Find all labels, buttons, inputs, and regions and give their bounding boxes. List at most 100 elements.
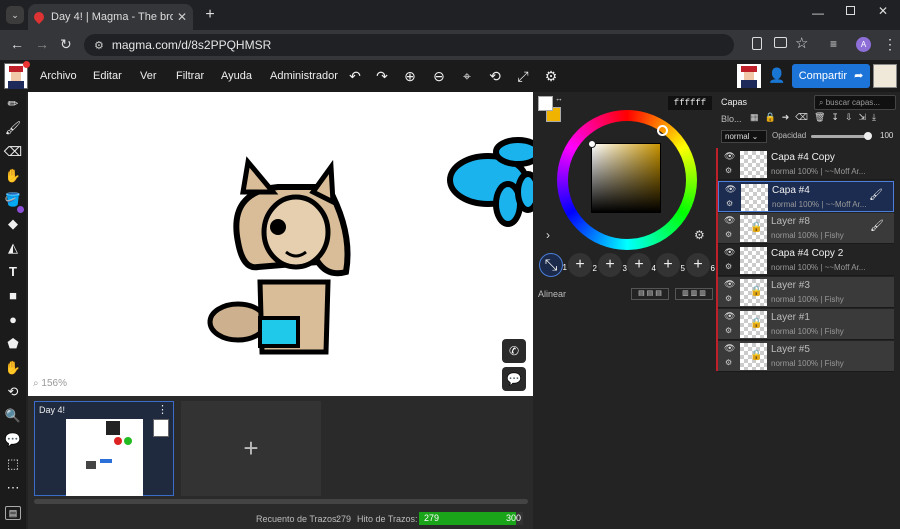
collaborator-avatar[interactable]: [737, 64, 761, 88]
layer-options-icon[interactable]: ⚙: [725, 262, 732, 271]
back-button[interactable]: ←: [10, 36, 24, 52]
sv-marker[interactable]: [588, 140, 596, 148]
menu-archivo[interactable]: Archivo: [40, 60, 77, 92]
layer-row[interactable]: 👁 ⚙ Capa #4 Copy 2 normal 100% | ~~Moff …: [718, 245, 894, 276]
forward-button[interactable]: →: [35, 36, 49, 52]
drawing-canvas[interactable]: [28, 92, 533, 396]
opacity-slider[interactable]: [811, 132, 872, 140]
undo-icon[interactable]: ↶: [343, 64, 367, 88]
swap-colors-icon[interactable]: ↔: [555, 94, 563, 103]
color-slot-5[interactable]: 5 +: [656, 253, 685, 277]
chat-button[interactable]: 💬: [502, 367, 526, 391]
drawing-card-menu-icon[interactable]: ⋮: [157, 403, 168, 416]
site-info-icon[interactable]: ⚙: [94, 39, 104, 52]
visibility-eye-icon[interactable]: 👁: [724, 311, 735, 322]
pencil-tool-icon[interactable]: ✏: [3, 94, 23, 114]
menu-ver[interactable]: Ver: [140, 60, 157, 92]
layer-row[interactable]: 👁 ⚙ Layer #8 normal 100% | Fishy 🖌 🔒: [718, 213, 894, 244]
select-tool-icon[interactable]: ⬚: [3, 454, 23, 474]
zoom-out-icon[interactable]: ⊖: [427, 64, 451, 88]
layer-search-input[interactable]: ⌕ buscar capas...: [814, 95, 896, 110]
profile-avatar[interactable]: A: [856, 37, 871, 52]
zoom-tool-icon[interactable]: 🔍: [3, 406, 23, 426]
minimize-button[interactable]: —: [812, 6, 824, 20]
rectangle-tool-icon[interactable]: ■: [3, 286, 23, 306]
shape-tool-icon[interactable]: ⬟: [3, 334, 23, 354]
visibility-eye-icon[interactable]: 👁: [724, 215, 735, 226]
brush-tool-icon[interactable]: 🖌: [3, 118, 23, 138]
hex-input[interactable]: ffffff: [668, 96, 712, 110]
chrome-menu-icon[interactable]: ⋮: [883, 36, 897, 53]
menu-administrador[interactable]: Administrador: [270, 60, 338, 92]
smudge-tool-icon[interactable]: ✋: [3, 166, 23, 186]
more-tools-icon[interactable]: ⋯: [3, 478, 23, 498]
address-bar[interactable]: ⚙ magma.com/d/8s2PPQHMSR: [84, 34, 734, 56]
color-slot-2[interactable]: 2 +: [568, 253, 597, 277]
new-tab-button[interactable]: +: [200, 5, 220, 25]
hand-tool-icon[interactable]: ✋: [3, 358, 23, 378]
user-avatar[interactable]: [4, 61, 30, 89]
reset-view-icon[interactable]: ⌖: [455, 64, 479, 88]
rotate-icon[interactable]: ⟲: [483, 64, 507, 88]
tab-search-button[interactable]: ⌄: [6, 6, 24, 24]
clipboard-icon[interactable]: [752, 37, 762, 50]
zoom-readout[interactable]: ⌕ 156%: [33, 378, 67, 389]
new-drawing-button[interactable]: +: [181, 401, 321, 496]
layer-options-icon[interactable]: ⚙: [726, 199, 733, 208]
browser-tab[interactable]: Day 4! | Magma - The browser ✕: [28, 4, 193, 30]
menu-filtrar[interactable]: Filtrar: [176, 60, 204, 92]
layer-options-icon[interactable]: ⚙: [725, 294, 732, 303]
restore-button[interactable]: [846, 6, 855, 15]
layer-toolbar-icons[interactable]: ▦🔒➜⌫🗑↧⇩⇲⤓: [750, 112, 882, 123]
zoom-in-icon[interactable]: ⊕: [398, 64, 422, 88]
layer-options-icon[interactable]: ⚙: [725, 166, 732, 175]
menu-ayuda[interactable]: Ayuda: [221, 60, 252, 92]
rotate-view-tool-icon[interactable]: ⟲: [3, 382, 23, 402]
hue-marker[interactable]: [657, 125, 668, 136]
align-vertical-buttons[interactable]: ▥ ▥ ▥: [675, 288, 713, 300]
color-settings-icon[interactable]: ⚙: [694, 228, 705, 242]
add-user-icon[interactable]: 👤: [768, 67, 785, 84]
fill-tool-icon[interactable]: ◆: [3, 214, 23, 234]
saturation-value-square[interactable]: [591, 143, 661, 213]
color-slot-6[interactable]: 6 +: [686, 253, 715, 277]
text-tool-icon[interactable]: T: [3, 262, 23, 282]
drawings-scrollbar[interactable]: [34, 499, 528, 504]
comment-tool-icon[interactable]: 💬: [3, 430, 23, 450]
fullscreen-icon[interactable]: ⤢: [511, 64, 535, 88]
cast-icon[interactable]: [774, 37, 787, 48]
visibility-eye-icon[interactable]: 👁: [724, 151, 735, 162]
expand-palette-icon[interactable]: ›: [546, 228, 550, 242]
bookmark-star-icon[interactable]: ☆: [795, 34, 808, 52]
gradient-tool-icon[interactable]: ◭: [3, 238, 23, 258]
visibility-eye-icon[interactable]: 👁: [724, 279, 735, 290]
menu-editar[interactable]: Editar: [93, 60, 122, 92]
settings-icon[interactable]: ⚙: [539, 64, 563, 88]
ellipse-tool-icon[interactable]: ●: [3, 310, 23, 330]
visibility-eye-icon[interactable]: 👁: [725, 184, 736, 195]
visibility-eye-icon[interactable]: 👁: [724, 247, 735, 258]
layer-row[interactable]: 👁 ⚙ Layer #3 normal 100% | Fishy 🔒: [718, 277, 894, 308]
layer-row[interactable]: 👁 ⚙ Layer #5 normal 100% | Fishy 🔒: [718, 341, 894, 372]
layer-options-icon[interactable]: ⚙: [725, 326, 732, 335]
layer-row[interactable]: 👁 ⚙ Layer #1 normal 100% | Fishy 🔒: [718, 309, 894, 340]
drawing-owner-avatar[interactable]: [873, 64, 897, 88]
close-window-button[interactable]: ✕: [878, 4, 888, 18]
drawing-card-day4[interactable]: Day 4! ⋮: [34, 401, 174, 496]
share-button[interactable]: Compartir ➦: [792, 64, 870, 88]
layer-row[interactable]: 👁 ⚙ Capa #4 normal 100% | ~~Moff Ar... 🖌: [718, 181, 894, 212]
color-slot-1[interactable]: 1 ⤡: [539, 253, 567, 277]
visibility-eye-icon[interactable]: 👁: [724, 343, 735, 354]
layer-options-icon[interactable]: ⚙: [725, 230, 732, 239]
eraser-tool-icon[interactable]: ⌫: [3, 142, 23, 162]
reload-button[interactable]: ↻: [60, 36, 72, 53]
primary-color-swatch[interactable]: [538, 96, 553, 111]
color-slot-4[interactable]: 4 +: [627, 253, 656, 277]
call-button[interactable]: ✆: [502, 339, 526, 363]
media-controls-icon[interactable]: ≡: [830, 37, 837, 51]
layer-options-icon[interactable]: ⚙: [725, 358, 732, 367]
panel-toggle-icon[interactable]: ▤: [5, 506, 21, 520]
align-horizontal-buttons[interactable]: ▤ ▤ ▤: [631, 288, 669, 300]
blend-mode-select[interactable]: normal ⌄: [721, 130, 767, 143]
color-slot-3[interactable]: 3 +: [598, 253, 627, 277]
